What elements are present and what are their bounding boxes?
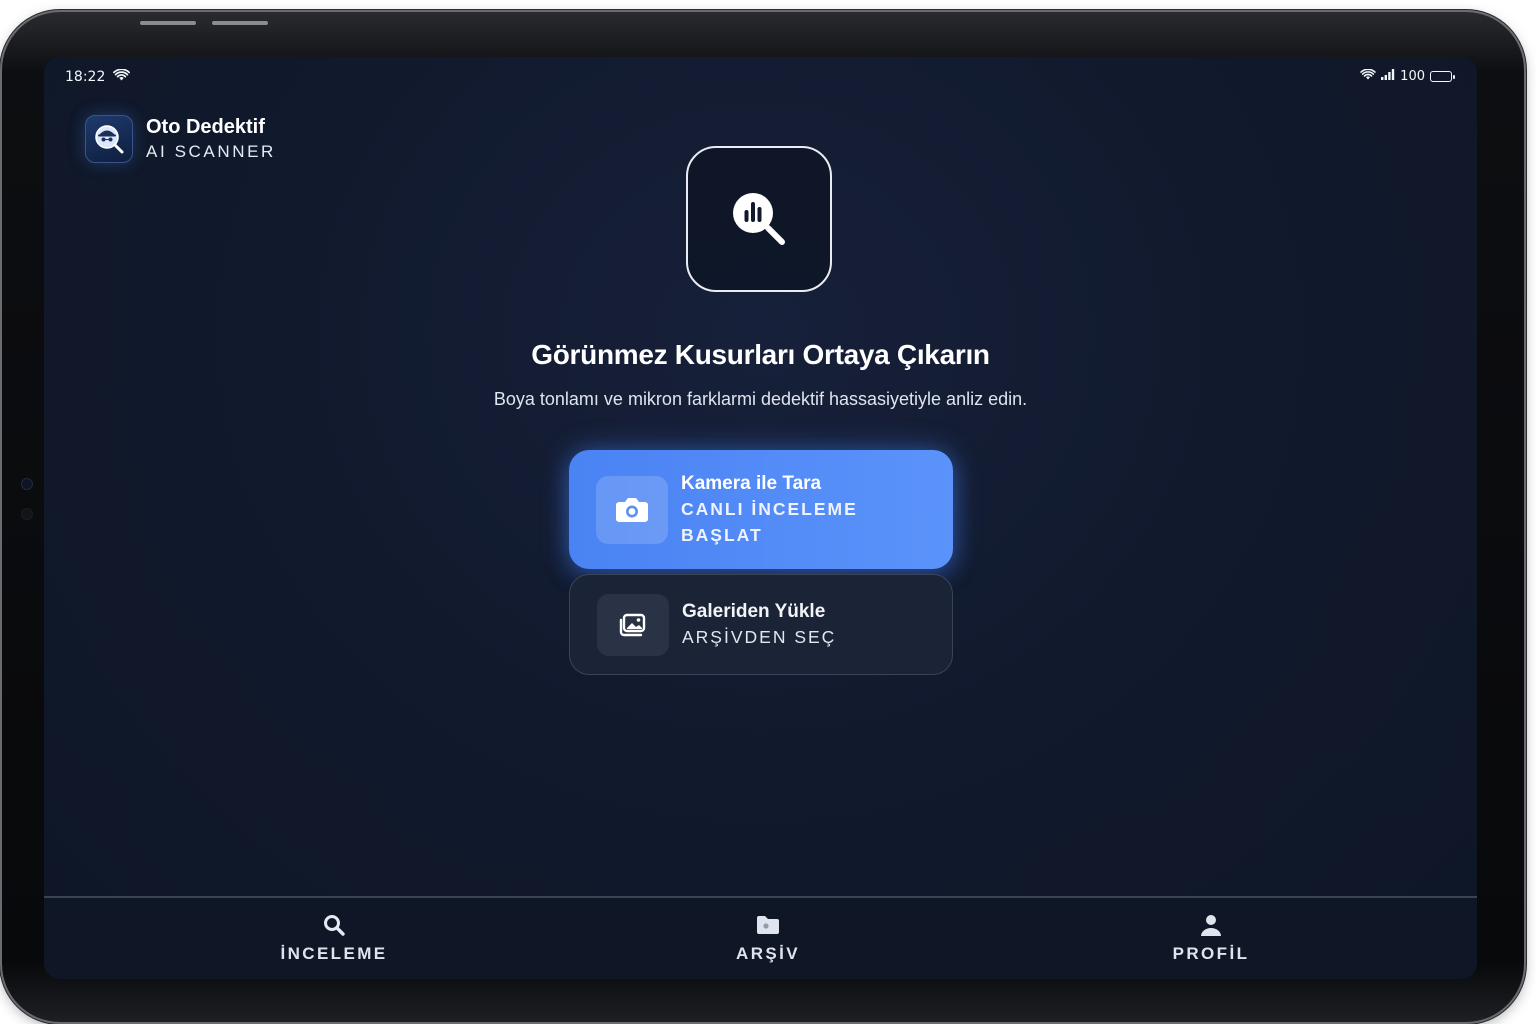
tab-label: PROFİL — [1172, 944, 1250, 963]
status-bar: 18:22 100 — [44, 67, 1477, 89]
battery-icon — [1430, 71, 1455, 82]
detective-magnifier-icon — [85, 115, 133, 163]
sensor — [21, 508, 33, 520]
wifi-icon — [1360, 68, 1376, 84]
battery-percent: 100 — [1400, 69, 1425, 84]
app-brand: Oto Dedektif AI SCANNER — [85, 115, 276, 163]
folder-icon — [668, 912, 868, 938]
camera-card-subtitle-1: CANLI İNCELEME — [681, 499, 858, 519]
front-camera — [21, 478, 33, 490]
volume-up-button-hardware — [140, 21, 196, 25]
bottom-tab-bar: İNCELEME ARŞİV PROFİL — [44, 896, 1477, 979]
camera-card-title: Kamera ile Tara — [681, 473, 822, 494]
camera-card-subtitle-2: BAŞLAT — [681, 525, 763, 545]
tab-arsiv[interactable]: ARŞİV — [668, 912, 868, 964]
tab-profil[interactable]: PROFİL — [1111, 912, 1311, 964]
volume-down-button-hardware — [212, 21, 268, 25]
tab-inceleme[interactable]: İNCELEME — [234, 912, 434, 964]
cellular-signal-icon — [1381, 69, 1395, 84]
tab-label: İNCELEME — [280, 944, 388, 963]
app-title: Oto Dedektif — [146, 116, 265, 138]
upload-from-gallery-button[interactable]: Galeriden Yükle ARŞİVDEN SEÇ — [569, 574, 953, 675]
search-icon — [234, 912, 434, 938]
search-analytics-icon — [686, 146, 832, 292]
wifi-icon — [113, 68, 131, 85]
gallery-card-subtitle: ARŞİVDEN SEÇ — [682, 627, 837, 647]
gallery-icon — [597, 593, 669, 656]
page-subline: Boya tonlamı ve mikron farklarmi dedekti… — [493, 389, 1028, 409]
status-time: 18:22 — [65, 69, 106, 85]
user-icon — [1111, 912, 1311, 938]
page-headline: Görünmez Kusurları Ortaya Çıkarın — [531, 339, 990, 370]
camera-icon — [596, 475, 668, 544]
gallery-card-title: Galeriden Yükle — [682, 601, 826, 622]
scan-with-camera-button[interactable]: Kamera ile Tara CANLI İNCELEME BAŞLAT — [569, 450, 953, 569]
app-screen: 18:22 100 Oto Dedektif AI SCANNER Görünm… — [44, 57, 1477, 979]
tab-label: ARŞİV — [736, 944, 800, 963]
app-subtitle: AI SCANNER — [146, 142, 276, 161]
